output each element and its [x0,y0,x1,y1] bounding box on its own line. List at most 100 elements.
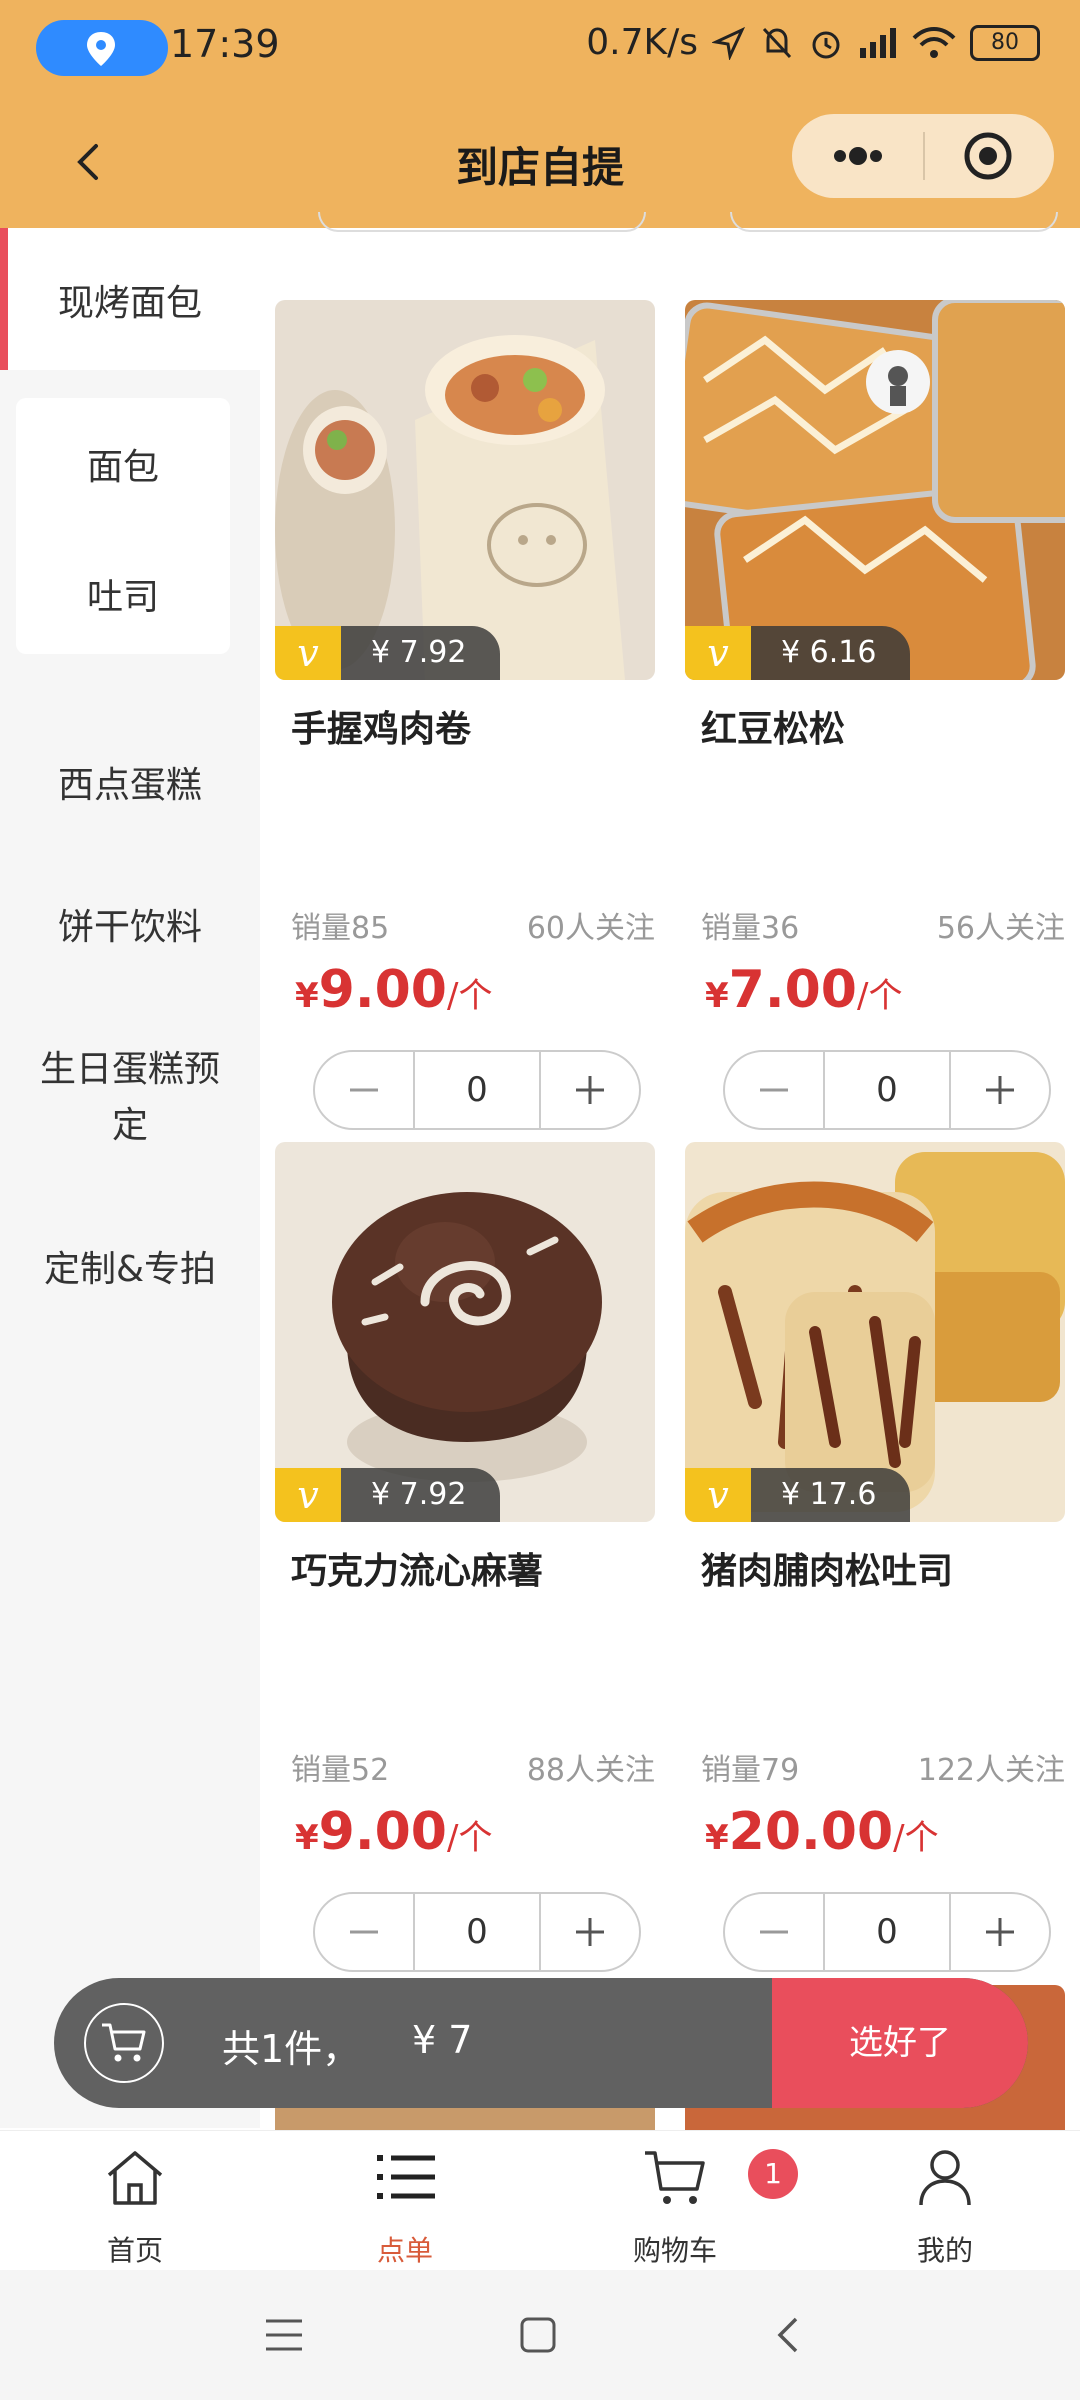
chocolate-mochi-image [275,1142,655,1522]
title-bar: 到店自提 [0,96,1080,228]
increase-button[interactable] [541,1894,639,1970]
more-button[interactable] [792,114,923,198]
vip-badge-icon: v [685,626,751,680]
increase-button[interactable] [541,1052,639,1128]
status-time: 17:39 [170,22,280,66]
decrease-button[interactable] [315,1052,413,1128]
bottom-tab-bar: 首页 点单 购物车 1 我的 [0,2130,1080,2271]
decrease-button[interactable] [725,1052,823,1128]
quantity-value[interactable]: 0 [823,1052,951,1128]
category-sidebar: 现烤面包 面包 吐司 西点蛋糕 饼干饮料 生日蛋糕预定 定制&专拍 [0,228,260,2128]
quantity-stepper: 0 [723,1892,1051,1972]
tab-label: 我的 [916,2234,973,2267]
quantity-value[interactable]: 0 [413,1052,541,1128]
minus-icon [760,1930,788,1934]
vip-price: ¥ 7.92 [341,626,501,680]
target-icon [964,132,1012,180]
menu-icon[interactable] [262,2315,306,2355]
product-sales: 销量79 [701,1753,800,1788]
product-name: 手握鸡肉卷 [291,709,472,750]
product-followers: 60人关注 [526,911,655,946]
plus-icon [986,1076,1014,1104]
red-bean-floss-image [685,300,1065,680]
miniprogram-capsule [792,114,1054,198]
tab-label: 购物车 [632,2234,717,2267]
cart-icon [102,2023,146,2062]
increase-button[interactable] [951,1052,1049,1128]
product-card[interactable]: v ¥ 6.16 红豆松松 销量36 56人关注 ¥7.00/个 0 [685,300,1065,1130]
stepper-partial [318,212,646,232]
mute-bell-icon [762,27,792,58]
product-price: ¥9.00/个 [295,1802,493,1862]
sidebar-subcategories: 面包 吐司 [16,398,230,654]
quantity-stepper: 0 [313,1050,641,1130]
product-name: 猪肉脯肉松吐司 [701,1551,954,1592]
sidebar-item-custom[interactable]: 定制&专拍 [0,1240,260,1292]
tab-home[interactable]: 首页 [0,2131,270,2271]
minus-icon [350,1088,378,1092]
signal-icon [860,27,896,58]
vip-price: ¥ 7.92 [341,1468,501,1522]
minus-icon [350,1930,378,1934]
sidebar-item-birthday-cake[interactable]: 生日蛋糕预定 [0,1042,260,1154]
sidebar-item-fresh-bread[interactable]: 现烤面包 [0,228,260,370]
user-icon [919,2150,971,2206]
plus-icon [986,1918,1014,1946]
product-card[interactable]: v ¥ 17.6 猪肉脯肉松吐司 销量79 122人关注 ¥20.00/个 0 [685,1142,1065,1972]
product-image[interactable]: v ¥ 7.92 [275,300,655,680]
sidebar-item-biscuits-drinks[interactable]: 饼干饮料 [0,898,260,950]
sidebar-item-pastry-cake[interactable]: 西点蛋糕 [0,756,260,808]
home-square-icon[interactable] [518,2315,558,2355]
system-nav-bar [0,2270,1080,2400]
battery-indicator: 80 [970,24,1040,61]
minus-icon [760,1088,788,1092]
product-image[interactable]: v ¥ 17.6 [685,1142,1065,1522]
vip-price-tag: v ¥ 6.16 [685,626,911,680]
product-image[interactable]: v ¥ 7.92 [275,1142,655,1522]
checkout-button[interactable]: 选好了 [772,1978,1028,2108]
quantity-value[interactable]: 0 [823,1894,951,1970]
cart-total: ¥ 7 [412,2018,473,2062]
wifi-icon [912,26,956,58]
tab-order[interactable]: 点单 [270,2131,540,2271]
product-card[interactable]: v ¥ 7.92 手握鸡肉卷 销量85 60人关注 ¥9.00/个 0 [275,300,655,1130]
vip-badge-icon: v [685,1468,751,1522]
more-dots-icon [834,147,882,165]
cart-button[interactable] [84,2003,164,2083]
status-icons: 0.7K/s 80 [586,22,1040,63]
product-card[interactable]: v ¥ 7.92 巧克力流心麻薯 销量52 88人关注 ¥9.00/个 0 [275,1142,655,1972]
vip-badge-icon: v [275,626,341,680]
list-icon [377,2155,435,2199]
vip-price: ¥ 6.16 [751,626,911,680]
chicken-wrap-image [275,300,655,680]
network-speed: 0.7K/s [586,22,698,63]
product-sales: 销量52 [291,1753,390,1788]
alarm-icon [812,31,840,58]
product-name: 红豆松松 [701,709,846,750]
location-indicator [36,20,168,76]
subcategory-bread[interactable]: 面包 [16,438,230,490]
increase-button[interactable] [951,1894,1049,1970]
navigation-icon [712,26,746,60]
decrease-button[interactable] [315,1894,413,1970]
close-miniprogram-button[interactable] [923,114,1054,198]
cart-count: 共1件， [222,2027,361,2071]
product-image[interactable]: v ¥ 6.16 [685,300,1065,680]
quantity-value[interactable]: 0 [413,1894,541,1970]
tab-label: 首页 [106,2234,163,2267]
back-icon[interactable] [772,2315,804,2355]
subcategory-toast[interactable]: 吐司 [16,568,230,620]
pork-floss-toast-image [685,1142,1065,1522]
cart-summary-bar[interactable]: 共1件， ¥ 7 选好了 [54,1978,1028,2108]
tab-profile[interactable]: 我的 [810,2131,1080,2271]
home-icon [107,2151,163,2205]
product-price: ¥20.00/个 [705,1802,939,1862]
product-image-partial [275,2105,655,2130]
product-name: 巧克力流心麻薯 [291,1551,544,1592]
location-pin-icon [87,32,115,66]
vip-price-tag: v ¥ 17.6 [685,1468,911,1522]
product-price: ¥9.00/个 [295,960,493,1020]
sidebar-item-label: 现烤面包 [57,283,202,324]
vip-price-tag: v ¥ 7.92 [275,1468,501,1522]
decrease-button[interactable] [725,1894,823,1970]
